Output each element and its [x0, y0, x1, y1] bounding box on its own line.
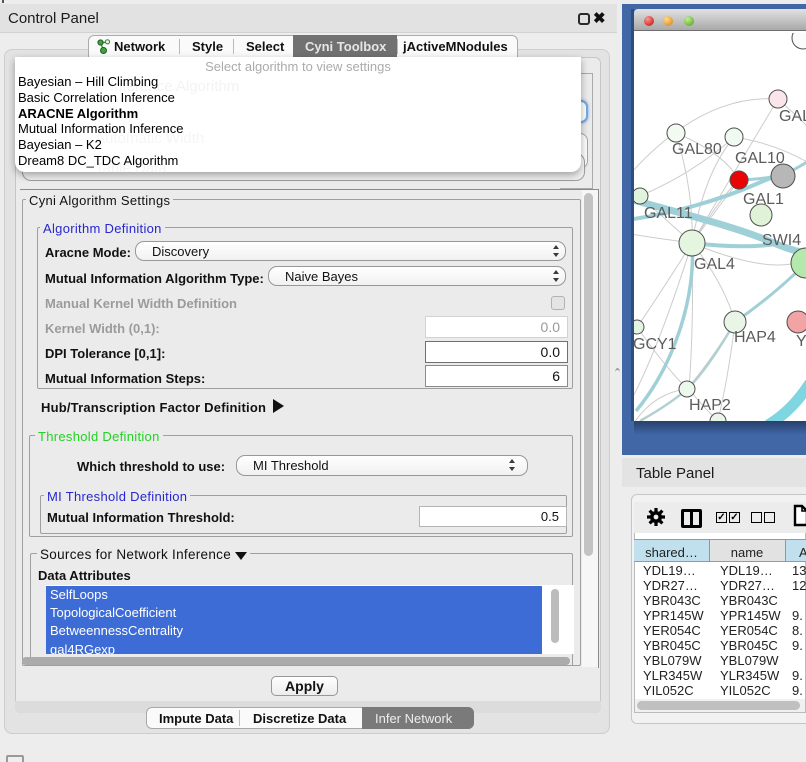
svg-text:GAL: GAL — [779, 108, 806, 125]
svg-text:Y: Y — [796, 333, 806, 350]
svg-text:GAL11: GAL11 — [644, 205, 693, 222]
svg-text:SWI4: SWI4 — [762, 232, 801, 249]
svg-text:GAL1: GAL1 — [743, 191, 784, 208]
svg-text:HAP4: HAP4 — [734, 329, 776, 346]
svg-text:GCY1: GCY1 — [634, 336, 677, 353]
svg-text:GAL10: GAL10 — [735, 150, 785, 167]
svg-text:GAL80: GAL80 — [672, 141, 722, 158]
svg-text:GAL4: GAL4 — [694, 256, 735, 273]
svg-text:HAP2: HAP2 — [689, 397, 731, 414]
